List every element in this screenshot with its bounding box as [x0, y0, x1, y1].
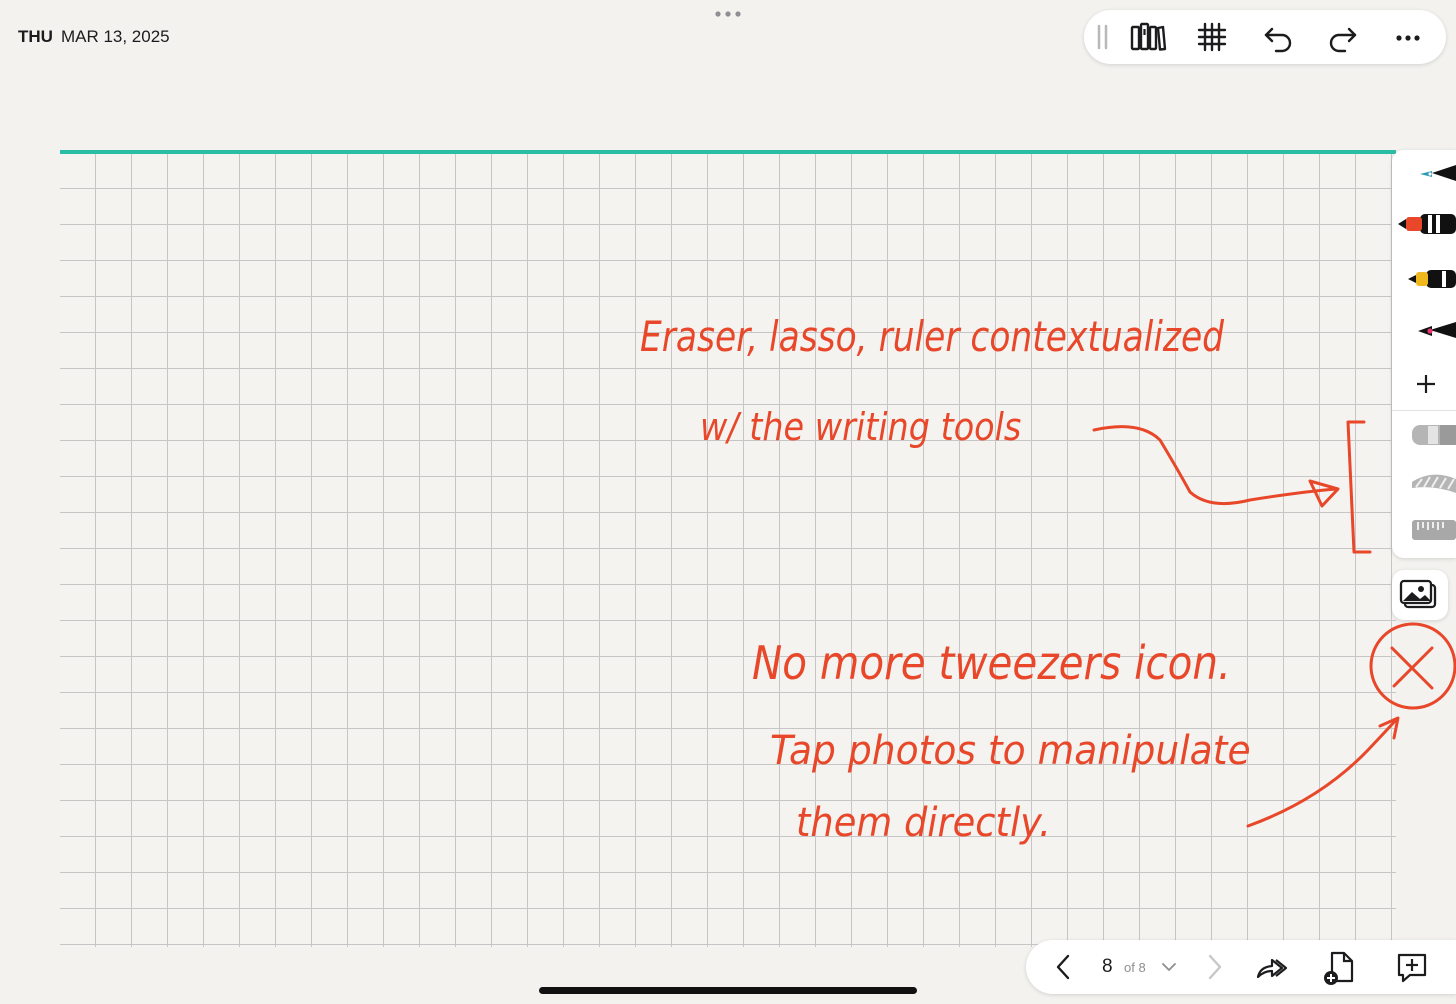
chevron-right-icon: [1208, 954, 1222, 980]
pen-orange[interactable]: [1392, 203, 1456, 243]
date-day: THU: [18, 27, 53, 46]
page-total: of 8: [1124, 960, 1146, 975]
add-comment-button[interactable]: [1392, 947, 1432, 987]
share-button[interactable]: [1252, 947, 1292, 987]
fountain-pen-teal[interactable]: [1392, 153, 1456, 193]
annotation-x-mark: [1390, 646, 1434, 690]
grid-page[interactable]: [60, 150, 1396, 947]
home-indicator: [539, 987, 917, 994]
top-toolbar: [1084, 10, 1446, 64]
multitask-grabber-icon[interactable]: [713, 8, 743, 20]
comment-plus-icon: [1397, 953, 1427, 983]
pen-yellow[interactable]: [1392, 258, 1456, 298]
add-page-button[interactable]: [1320, 947, 1360, 987]
page-number[interactable]: 8: [1102, 956, 1113, 978]
more-icon[interactable]: [1388, 17, 1428, 57]
previous-page-button[interactable]: [1044, 947, 1084, 987]
bottom-page-bar: 8 of 8: [1026, 940, 1456, 994]
redo-icon[interactable]: [1323, 17, 1363, 57]
date-header: THU MAR 13, 2025: [18, 27, 170, 47]
undo-icon[interactable]: [1258, 17, 1298, 57]
grid-icon[interactable]: [1192, 17, 1232, 57]
page-top-rule: [60, 150, 1396, 154]
chevron-left-icon: [1056, 954, 1070, 980]
photos-button[interactable]: [1392, 570, 1448, 620]
photos-icon: [1399, 579, 1437, 609]
date-text: MAR 13, 2025: [60, 27, 170, 46]
ruler-icon[interactable]: [1392, 510, 1456, 550]
eraser-icon[interactable]: [1392, 415, 1456, 455]
fountain-pen-pink[interactable]: [1392, 310, 1456, 350]
drag-handle-icon[interactable]: [1088, 17, 1116, 57]
side-divider: [1392, 410, 1456, 411]
add-tool-button[interactable]: [1392, 362, 1456, 402]
library-icon[interactable]: [1128, 17, 1168, 57]
page-menu-chevron[interactable]: [1158, 947, 1180, 987]
side-tool-palette: [1392, 150, 1456, 558]
next-page-button[interactable]: [1194, 947, 1234, 987]
lasso-icon[interactable]: [1392, 463, 1456, 503]
chevron-down-icon: [1162, 963, 1176, 971]
share-arrows-icon: [1256, 958, 1288, 979]
add-page-icon: [1324, 951, 1354, 985]
